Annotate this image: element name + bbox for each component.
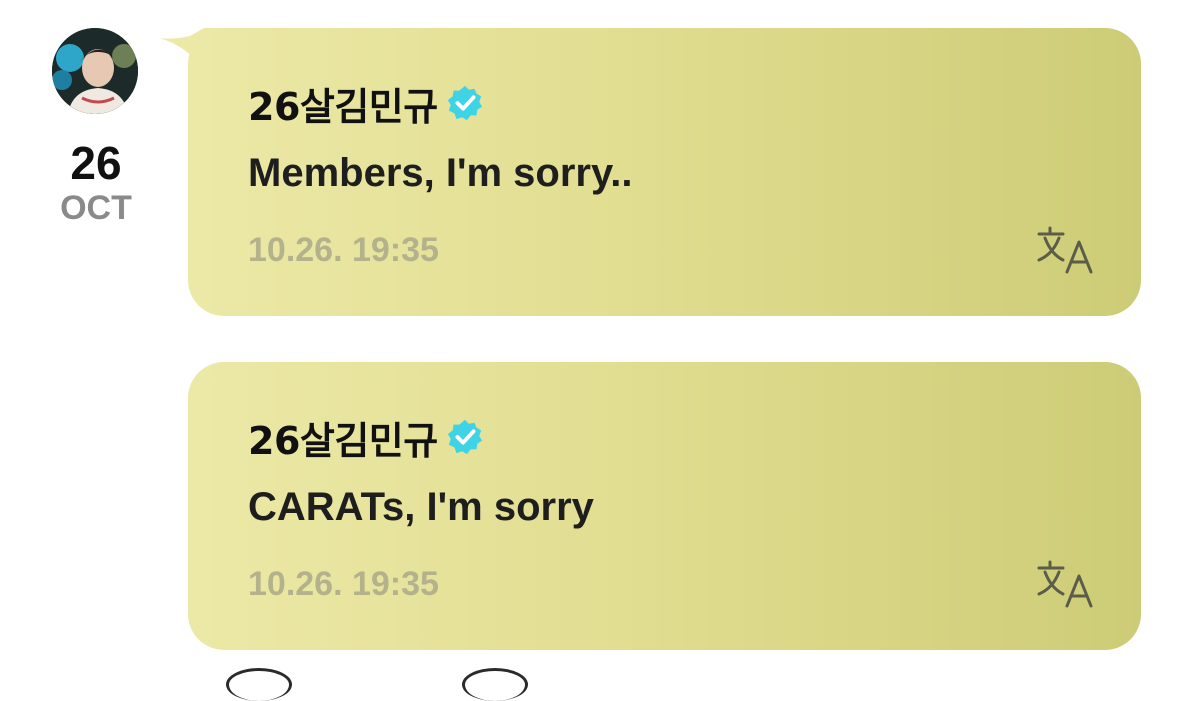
message-author: 26살김민규 <box>248 80 484 129</box>
avatar[interactable] <box>52 28 138 114</box>
message-text: CARATs, I'm sorry <box>248 485 594 529</box>
message-time: 10.26. 19:35 <box>248 565 439 603</box>
message-text: Members, I'm sorry.. <box>248 151 633 195</box>
message-author: 26살김민규 <box>248 414 484 463</box>
message-time: 10.26. 19:35 <box>248 231 439 269</box>
author-name: 26살김민규 <box>248 418 438 463</box>
author-name: 26살김민규 <box>248 84 438 129</box>
date-day: 26 <box>70 137 122 189</box>
avatar-image <box>52 28 138 114</box>
message-bubble[interactable]: 26살김민규 Members, I'm sorry.. 10.26. 19:35 <box>188 28 1141 316</box>
verified-badge-icon <box>447 85 482 121</box>
verified-badge-icon <box>447 419 482 455</box>
translate-icon[interactable] <box>1037 224 1099 276</box>
reaction-icon[interactable] <box>226 668 292 701</box>
comment-icon[interactable] <box>462 668 528 701</box>
post-date: 26 OCT <box>40 138 152 228</box>
date-month: OCT <box>60 189 132 227</box>
message-bubble[interactable]: 26살김민규 CARATs, I'm sorry 10.26. 19:35 <box>188 362 1141 650</box>
translate-icon[interactable] <box>1037 558 1099 610</box>
